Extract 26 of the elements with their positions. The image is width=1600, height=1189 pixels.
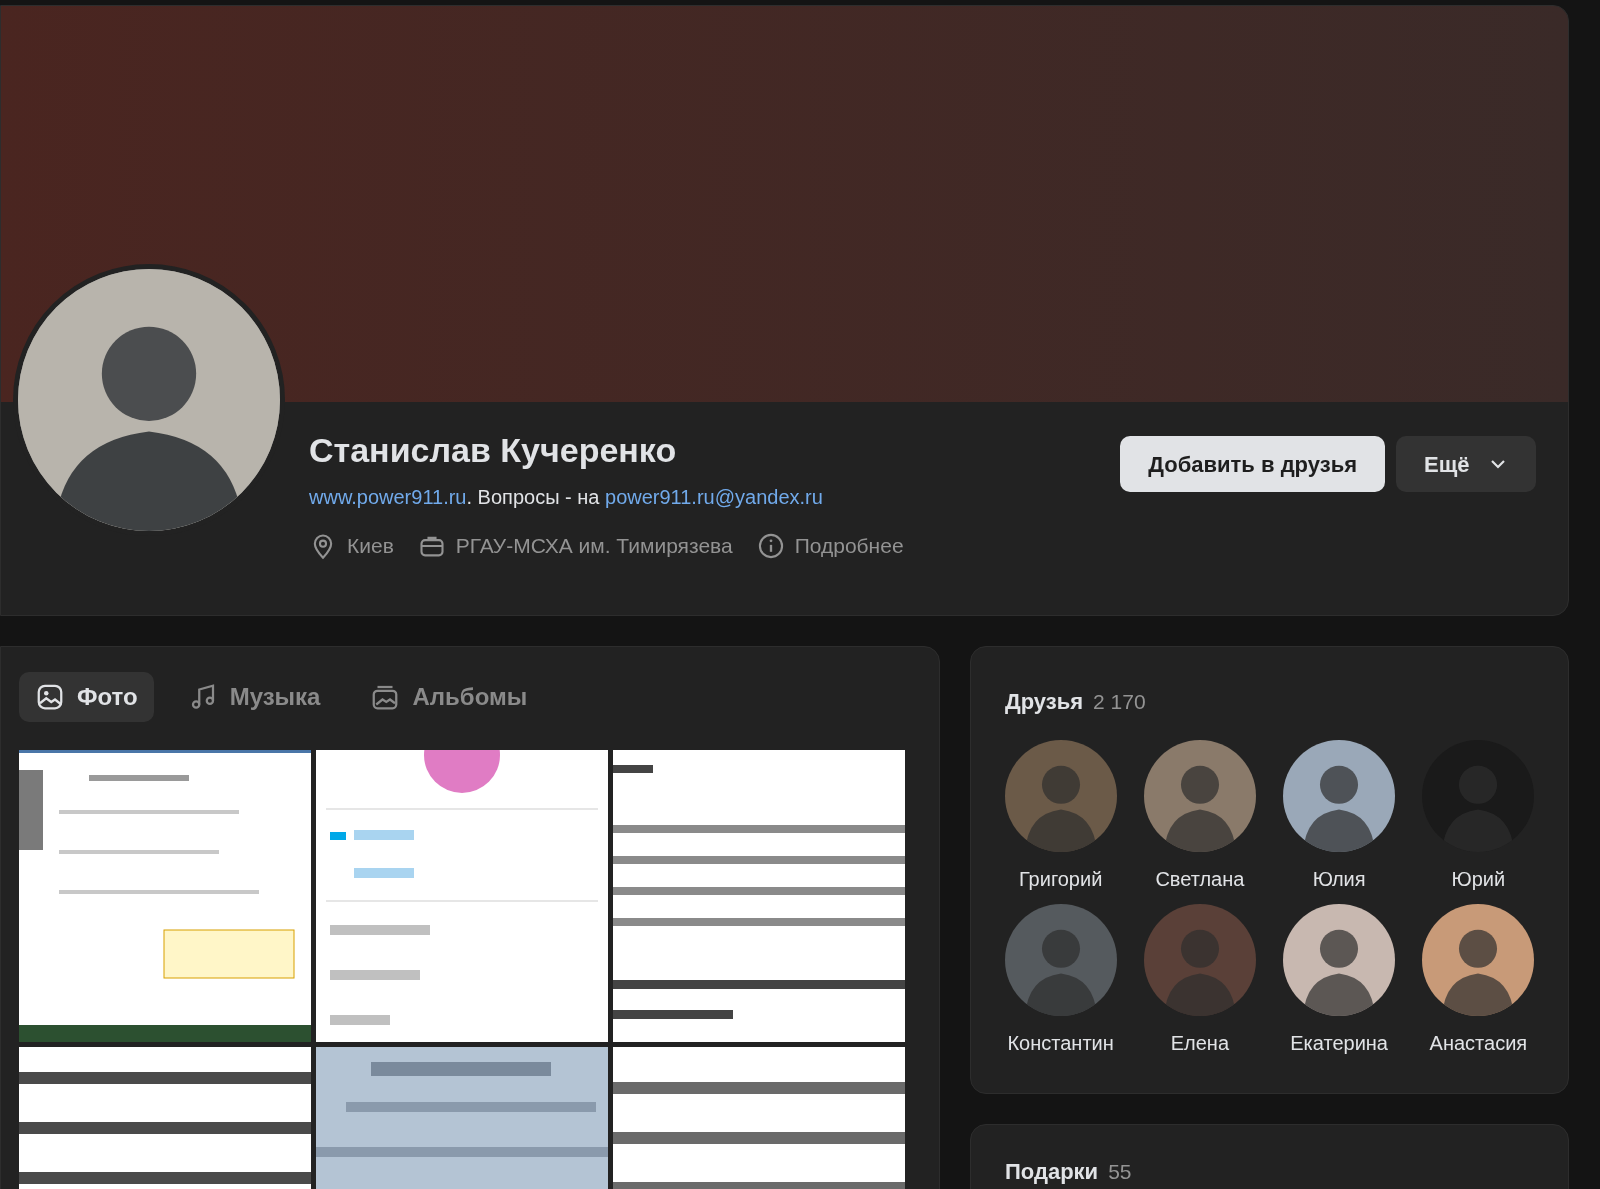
friend-name[interactable]: Екатерина [1290, 1028, 1388, 1058]
profile-detail: Киев [347, 533, 394, 559]
friend-name[interactable]: Григорий [1018, 864, 1103, 894]
profile-detail: РГАУ-МСХА им. Тимирязева [455, 533, 733, 559]
friend-name[interactable]: Светлана [1155, 864, 1245, 894]
image-icon [35, 682, 65, 712]
tab[interactable]: Фото [19, 672, 154, 722]
gifts-title[interactable]: Подарки [1005, 1155, 1099, 1188]
info-icon [756, 531, 785, 560]
add-friend-button[interactable]: Добавить в друзья [1120, 436, 1385, 492]
friends-title[interactable]: Друзья [1005, 685, 1084, 718]
friend-name[interactable]: Юрий [1451, 864, 1506, 894]
friends-count: 2 170 [1093, 689, 1146, 715]
tab[interactable]: Музыка [171, 672, 337, 722]
profile-status: www.power911.ru. Вопросы - на power911.ru@yandex.ru [309, 485, 824, 510]
details-link[interactable]: Подробнее [794, 530, 904, 562]
friend-name[interactable]: Юлия [1312, 864, 1366, 894]
profile-link[interactable]: www.power911.ru [309, 486, 467, 508]
friend-name[interactable]: Елена [1170, 1028, 1230, 1058]
gifts-count: 55 [1108, 1159, 1132, 1185]
profile-name: Станислав Кучеренко [309, 430, 678, 471]
friend-name[interactable]: Анастасия [1429, 1028, 1528, 1058]
friend-name[interactable]: Константин [1007, 1028, 1114, 1058]
tab[interactable]: Альбомы [354, 672, 544, 722]
more-button[interactable]: Ещё [1396, 436, 1536, 492]
profile-link[interactable]: power911.ru@yandex.ru [605, 486, 823, 508]
